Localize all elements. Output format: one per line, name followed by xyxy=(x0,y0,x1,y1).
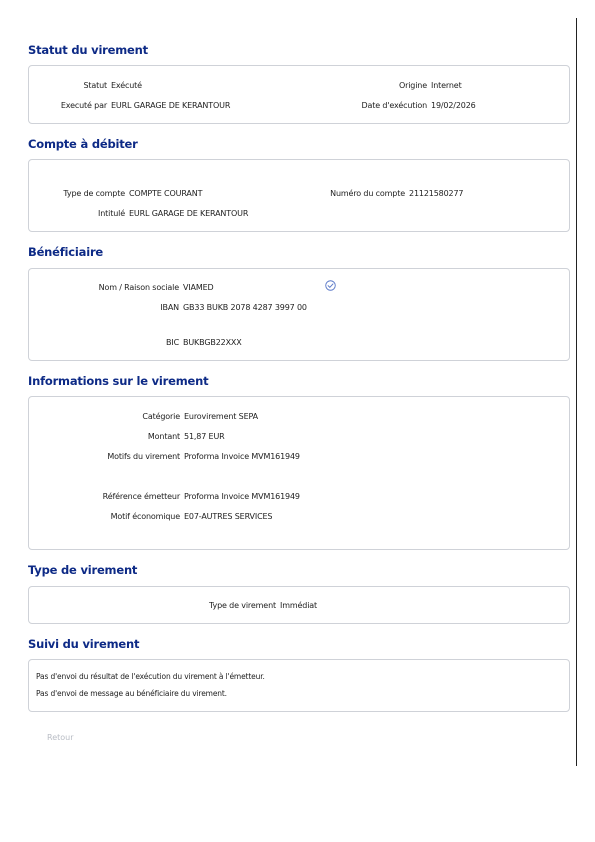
motif-economique-label: Motif économique xyxy=(110,512,181,521)
intitule-label: Intitulé xyxy=(98,209,125,218)
numero-compte-field: Numéro du compte 21121580277 xyxy=(279,189,463,199)
montant-label: Montant xyxy=(147,432,180,441)
origine-field: Origine Internet xyxy=(279,81,462,91)
intitule-field: Intitulé EURL GARAGE DE KERANTOUR xyxy=(29,209,248,219)
iban-field: IBAN GB33 BUKB 2078 4287 3997 00 xyxy=(29,303,307,313)
motifs-field: Motifs du virement Proforma Invoice MVM16… xyxy=(29,452,300,462)
motif-economique-field: Motif économique E07-AUTRES SERVICES xyxy=(29,512,273,522)
origine-label: Origine xyxy=(398,81,427,90)
section-title-compte: Compte à débiter xyxy=(28,137,138,151)
reference-emetteur-value: Proforma Invoice MVM161949 xyxy=(184,492,300,501)
date-execution-field: Date d'exécution 19/02/2026 xyxy=(279,101,476,111)
beneficiaire-panel: Nom / Raison sociale VIAMED IBAN GB33 BUKB… xyxy=(28,268,570,361)
type-virement-value: Immédiat xyxy=(280,601,318,610)
numero-compte-value: 21121580277 xyxy=(409,189,464,198)
bic-field: BIC BUKBGB22XXX xyxy=(29,338,242,348)
retour-button[interactable]: Retour xyxy=(47,733,74,742)
type-virement-field: Type de virement Immédiat xyxy=(29,601,317,611)
categorie-field: Catégorie Eurovirement SEPA xyxy=(29,412,258,422)
statut-value: Exécuté xyxy=(111,81,142,90)
bic-value: BUKBGB22XXX xyxy=(183,338,242,347)
section-title-statut: Statut du virement xyxy=(28,43,148,57)
reference-emetteur-field: Référence émetteur Proforma Invoice MVM16… xyxy=(29,492,300,502)
statut-panel: Statut Exécuté Executé par EURL GARAGE DE … xyxy=(28,65,570,124)
motifs-value: Proforma Invoice MVM161949 xyxy=(184,452,300,461)
intitule-value: EURL GARAGE DE KERANTOUR xyxy=(129,209,249,218)
execute-par-value: EURL GARAGE DE KERANTOUR xyxy=(111,101,231,110)
section-title-suivi: Suivi du virement xyxy=(28,637,140,651)
type-compte-value: COMPTE COURANT xyxy=(129,189,203,198)
nom-field: Nom / Raison sociale VIAMED xyxy=(29,283,214,293)
motifs-label: Motifs du virement xyxy=(107,452,180,461)
reference-emetteur-label: Référence émetteur xyxy=(102,492,180,501)
montant-field: Montant 51,87 EUR xyxy=(29,432,225,442)
montant-value: 51,87 EUR xyxy=(184,432,225,441)
informations-panel: Catégorie Eurovirement SEPA Montant 51,87 … xyxy=(28,396,570,550)
iban-value: GB33 BUKB 2078 4287 3997 00 xyxy=(183,303,307,312)
suivi-panel: Pas d'envoi du résultat de l'exécution d… xyxy=(28,659,570,712)
section-title-informations: Informations sur le virement xyxy=(28,374,209,388)
check-circle-icon xyxy=(325,280,336,291)
type-virement-panel: Type de virement Immédiat xyxy=(28,586,570,624)
type-virement-label: Type de virement xyxy=(209,601,276,610)
statut-field: Statut Exécuté xyxy=(29,81,142,91)
nom-label: Nom / Raison sociale xyxy=(98,283,180,292)
statut-label: Statut xyxy=(83,81,107,90)
numero-compte-label: Numéro du compte xyxy=(330,189,405,198)
motif-economique-value: E07-AUTRES SERVICES xyxy=(184,512,273,521)
date-execution-label: Date d'exécution xyxy=(361,101,427,110)
date-execution-value: 19/02/2026 xyxy=(431,101,476,110)
execute-par-field: Executé par EURL GARAGE DE KERANTOUR xyxy=(29,101,231,111)
compte-panel: Type de compte COMPTE COURANT Intitulé EUR… xyxy=(28,159,570,232)
page-right-rule xyxy=(576,18,577,766)
bic-label: BIC xyxy=(166,338,179,347)
type-compte-field: Type de compte COMPTE COURANT xyxy=(29,189,202,199)
execute-par-label: Executé par xyxy=(60,101,107,110)
type-compte-label: Type de compte xyxy=(63,189,125,198)
iban-label: IBAN xyxy=(160,303,179,312)
suivi-line-2: Pas d'envoi de message au bénéficiaire d… xyxy=(36,689,227,698)
nom-value: VIAMED xyxy=(183,283,214,292)
section-title-type-virement: Type de virement xyxy=(28,563,138,577)
origine-value: Internet xyxy=(431,81,462,90)
categorie-label: Catégorie xyxy=(142,412,180,421)
categorie-value: Eurovirement SEPA xyxy=(184,412,258,421)
suivi-line-1: Pas d'envoi du résultat de l'exécution d… xyxy=(36,672,265,681)
section-title-beneficiaire: Bénéficiaire xyxy=(28,245,104,259)
